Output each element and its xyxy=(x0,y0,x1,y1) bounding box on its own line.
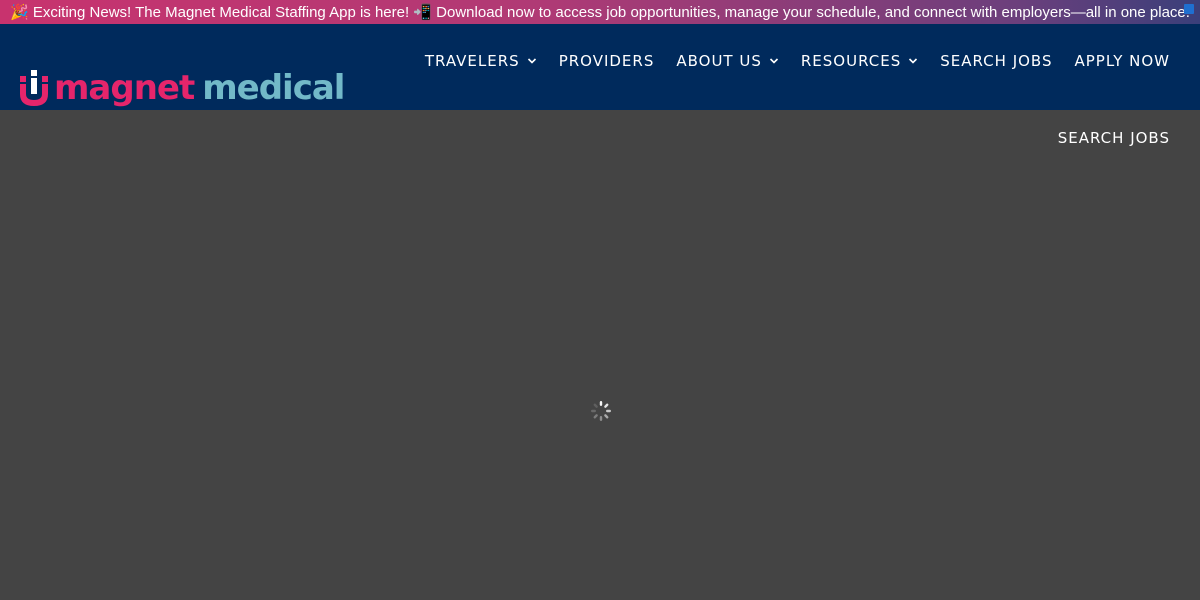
close-icon[interactable] xyxy=(1184,4,1194,14)
nav-item-providers[interactable]: PROVIDERS xyxy=(559,52,655,70)
secondary-search-jobs-link[interactable]: SEARCH JOBS xyxy=(1058,129,1170,147)
nav-item-apply-now[interactable]: APPLY NOW xyxy=(1074,52,1170,70)
nav-item-label: TRAVELERS xyxy=(424,52,520,70)
nav-item-search-jobs[interactable]: SEARCH JOBS xyxy=(940,52,1052,70)
chevron-down-icon xyxy=(527,58,536,64)
nav-item-label: ABOUT US xyxy=(676,52,762,70)
chevron-down-icon xyxy=(909,58,918,64)
main-nav: TRAVELERS PROVIDERS ABOUT US RESOURCES S… xyxy=(425,52,1170,70)
logo[interactable]: magnet medical xyxy=(20,56,345,120)
nav-item-label: SEARCH JOBS xyxy=(940,52,1053,70)
nav-item-label: RESOURCES xyxy=(800,52,902,70)
nav-item-label: PROVIDERS xyxy=(558,52,655,70)
announcement-bar[interactable]: 🎉 Exciting News! The Magnet Medical Staf… xyxy=(0,0,1200,24)
chevron-down-icon xyxy=(769,58,778,64)
nav-item-travelers[interactable]: TRAVELERS xyxy=(425,52,537,70)
loading-spinner-icon xyxy=(591,401,611,421)
announcement-text[interactable]: 🎉 Exciting News! The Magnet Medical Staf… xyxy=(10,4,1190,22)
logo-word-magnet: magnet xyxy=(54,68,195,108)
logo-mark-icon xyxy=(20,70,48,106)
nav-item-about-us[interactable]: ABOUT US xyxy=(676,52,779,70)
logo-word-medical: medical xyxy=(202,68,345,108)
page: 🎉 Exciting News! The Magnet Medical Staf… xyxy=(0,0,1200,600)
nav-item-resources[interactable]: RESOURCES xyxy=(801,52,918,70)
nav-item-label: APPLY NOW xyxy=(1074,52,1170,70)
